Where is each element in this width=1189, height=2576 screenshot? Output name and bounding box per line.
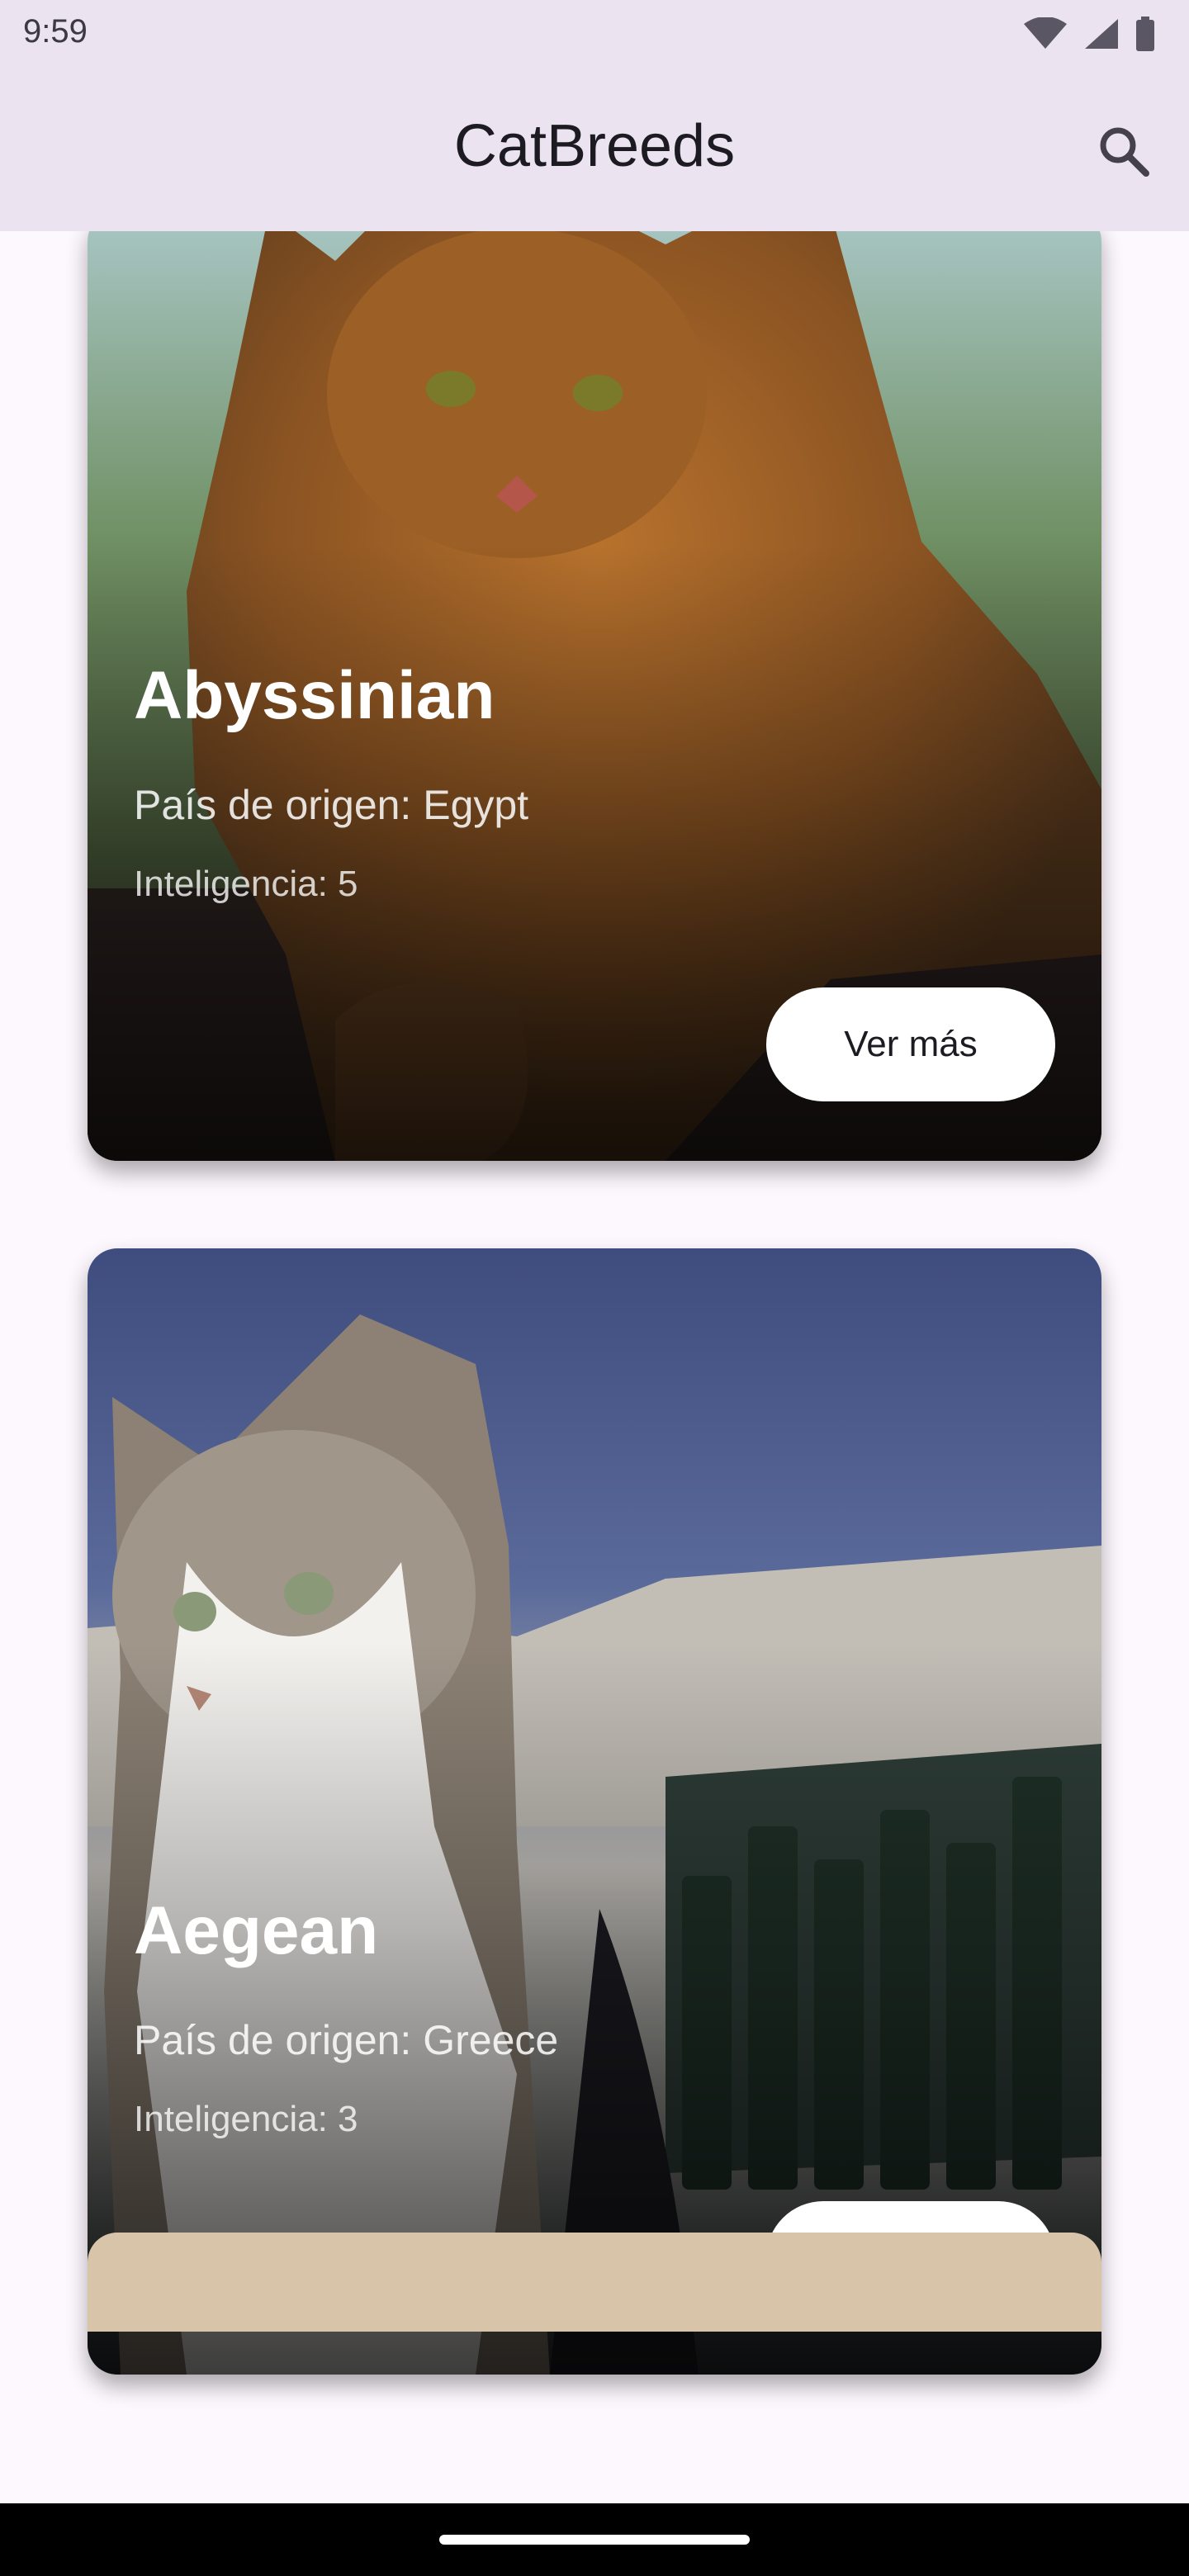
breed-intelligence: Inteligencia: 5 [134,864,358,904]
ver-mas-button[interactable]: Ver más [766,987,1055,1101]
status-bar: 9:59 [0,0,1189,69]
breed-card-abyssinian[interactable]: Abyssinian País de origen: Egypt Intelig… [88,231,1101,1161]
status-time: 9:59 [23,13,88,50]
app-bar: CatBreeds [0,69,1189,231]
breed-origin: País de origen: Greece [134,2017,559,2063]
breed-name: Abyssinian [134,658,495,733]
breed-name: Aegean [134,1893,379,1968]
home-gesture-handle[interactable] [439,2535,750,2545]
breed-intelligence: Inteligencia: 3 [134,2099,358,2139]
battery-icon [1135,17,1156,55]
search-icon [1097,124,1149,181]
signal-icon [1083,17,1120,54]
breed-origin: País de origen: Egypt [134,782,529,828]
breed-card-next[interactable] [88,2233,1101,2332]
system-nav-bar [0,2503,1189,2576]
app-title: CatBreeds [453,113,736,179]
status-icons [1022,17,1156,55]
search-button[interactable] [1090,119,1156,185]
breed-list[interactable]: Abyssinian País de origen: Egypt Intelig… [0,231,1189,2503]
breed-card-aegean[interactable]: Aegean País de origen: Greece Inteligenc… [88,1248,1101,2375]
wifi-icon [1022,17,1068,54]
